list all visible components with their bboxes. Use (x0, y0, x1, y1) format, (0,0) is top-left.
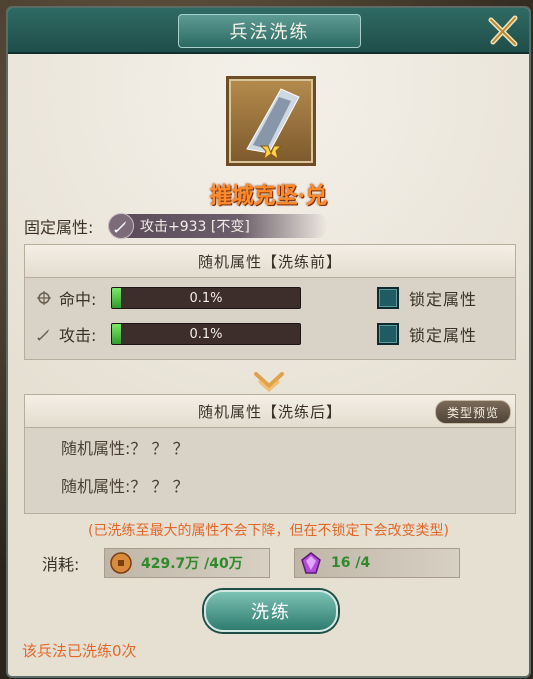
game-background: 兵法洗练 摧城克坚·兑 固定属性: 攻击+933 [不变] 随机属性【洗练前】 … (0, 0, 533, 679)
attribute-value: 0.1% (189, 290, 223, 306)
item-icon-frame[interactable] (226, 76, 316, 166)
close-icon (488, 15, 518, 47)
after-panel-header: 随机属性【洗练后】 类型预览 (25, 395, 515, 428)
strategy-scroll-icon (246, 88, 300, 161)
attribute-progress-bar: 0.1% (111, 287, 301, 309)
fixed-attribute-value-pill: 攻击+933 [不变] (108, 213, 328, 239)
lock-label: 锁定属性 (409, 326, 478, 345)
sword-icon (35, 325, 53, 343)
lock-label: 锁定属性 (409, 290, 478, 309)
target-icon (35, 289, 53, 307)
before-panel: 随机属性【洗练前】 命中: 0.1% 锁定属性 攻击: 0.1% 锁定属性 (24, 244, 516, 360)
coin-icon (110, 552, 132, 574)
sword-icon (108, 213, 134, 239)
after-panel: 随机属性【洗练后】 类型预览 随机属性:？ ？ ？ 随机属性:？ ？ ？ (24, 394, 516, 514)
cost-label: 消耗: (42, 555, 80, 574)
close-button[interactable] (485, 12, 523, 50)
lock-checkbox[interactable] (377, 323, 399, 345)
fixed-attribute-label: 固定属性: (24, 218, 94, 237)
refine-dialog: 兵法洗练 摧城克坚·兑 固定属性: 攻击+933 [不变] 随机属性【洗练前】 … (6, 6, 531, 678)
attribute-row-attack: 攻击: 0.1% 锁定属性 (25, 321, 515, 347)
title-bar: 兵法洗练 (8, 8, 529, 54)
wash-count-status: 该兵法已洗练0次 (22, 642, 137, 660)
attribute-value: 0.1% (189, 326, 223, 342)
crystal-icon (301, 552, 321, 574)
dialog-title: 兵法洗练 (178, 14, 361, 48)
cost-row: 消耗: 429.7万 /40万 16 /4 (24, 544, 504, 580)
wash-button[interactable]: 洗练 (204, 590, 338, 632)
random-attribute-placeholder: 随机属性:？ ？ ？ (61, 477, 189, 496)
before-panel-header: 随机属性【洗练前】 (25, 245, 515, 278)
fixed-attribute-value: 攻击+933 [不变] (140, 219, 250, 235)
attribute-label: 命中: (59, 290, 97, 309)
item-name: 摧城克坚·兑 (209, 183, 328, 209)
after-panel-title: 随机属性【洗练后】 (197, 402, 342, 421)
gem-cost: 16 /4 (294, 548, 460, 578)
attribute-progress-bar: 0.1% (111, 323, 301, 345)
random-attribute-placeholder: 随机属性:？ ？ ？ (61, 439, 189, 458)
coin-cost: 429.7万 /40万 (104, 548, 270, 578)
type-preview-button[interactable]: 类型预览 (435, 400, 511, 424)
lock-checkbox[interactable] (377, 287, 399, 309)
attribute-row-hit: 命中: 0.1% 锁定属性 (25, 285, 515, 311)
refine-note: (已洗练至最大的属性不会下降，但在不锁定下会改变类型) (88, 523, 449, 539)
coin-cost-value: 429.7万 /40万 (141, 556, 243, 572)
fixed-attribute-row: 固定属性: 攻击+933 [不变] (24, 213, 504, 239)
attribute-label: 攻击: (59, 326, 97, 345)
gem-cost-value: 16 /4 (331, 555, 371, 571)
